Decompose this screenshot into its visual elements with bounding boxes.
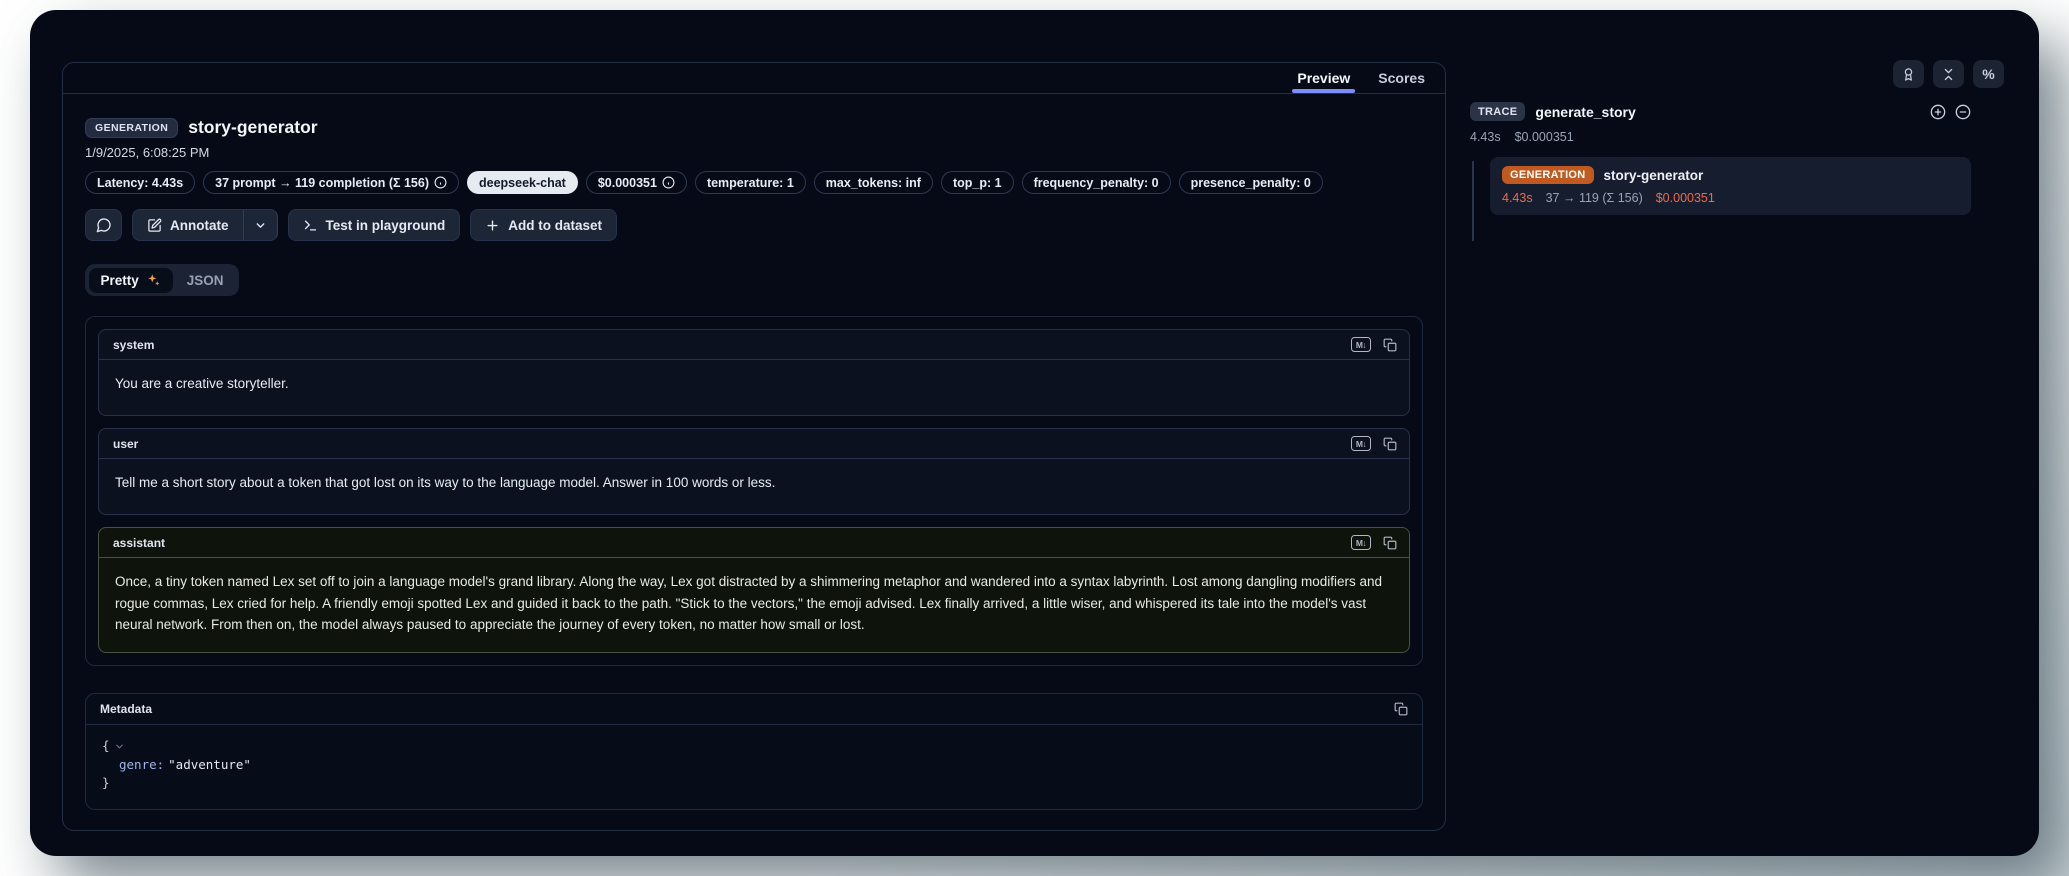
annotate-button[interactable]: Annotate [132,209,244,241]
message-content: Once, a tiny token named Lex set off to … [99,558,1409,652]
award-icon [1901,67,1916,82]
copy-icon [1383,536,1397,550]
presence-penalty-badge: presence_penalty: 0 [1179,171,1323,194]
annotate-pen-icon [147,218,162,233]
chevron-down-icon [254,219,267,232]
markdown-toggle-icon[interactable]: M↓ [1351,535,1371,550]
trace-stats: 4.43s $0.000351 [1470,130,1971,144]
collapse-all-button[interactable] [1955,104,1971,120]
plus-circle-icon [1930,104,1946,120]
tab-scores[interactable]: Scores [1364,63,1439,93]
terminal-icon [303,218,318,233]
observation-panel: Preview Scores GENERATION story-generato… [62,62,1446,831]
collapse-json-icon[interactable] [114,741,125,752]
add-to-dataset-button[interactable]: Add to dataset [470,209,617,241]
metadata-json: { genre: "adventure" } [86,725,1422,809]
tree-item-tokens: 37 → 119 (Σ 156) [1546,191,1643,205]
frequency-penalty-badge: frequency_penalty: 0 [1022,171,1171,194]
trace-sidebar: % TRACE generate_story 4.43s $0.000351 [1470,10,1971,856]
markdown-toggle-icon[interactable]: M↓ [1351,337,1371,352]
temperature-badge: temperature: 1 [695,171,806,194]
expand-all-button[interactable] [1930,104,1946,120]
copy-icon [1394,702,1408,716]
tab-preview[interactable]: Preview [1283,63,1364,93]
message-card-system: system M↓ You are a creative storyteller… [98,329,1410,416]
copy-button[interactable] [1394,702,1408,716]
json-key: genre: [119,756,164,775]
fold-vertical-button[interactable] [1933,60,1964,88]
page-title: story-generator [188,117,317,138]
token-usage-badge: 37 prompt → 119 completion (Σ 156) [203,171,459,194]
tab-preview-label: Preview [1297,70,1350,86]
message-card-user: user M↓ Tell me a short story about a to… [98,428,1410,515]
trace-latency: 4.43s [1470,130,1501,144]
cost-badge: $0.000351 [586,171,687,194]
generation-type-badge: GENERATION [1502,166,1594,184]
tree-item-name: story-generator [1604,168,1704,183]
annotate-split-button: Annotate [132,209,278,241]
info-icon[interactable] [662,176,675,189]
app-window: Preview Scores GENERATION story-generato… [30,10,2039,856]
tree-item-latency: 4.43s [1502,191,1533,205]
max-tokens-badge: max_tokens: inf [814,171,933,194]
copy-button[interactable] [1383,536,1397,550]
tree-controls [1930,104,1971,120]
comment-button[interactable] [85,209,122,241]
annotate-dropdown-button[interactable] [244,209,278,241]
trace-type-badge: TRACE [1470,102,1525,121]
tree-item-cost: $0.000351 [1656,191,1715,205]
latency-badge: Latency: 4.43s [85,171,195,194]
tab-pretty[interactable]: Pretty [89,268,173,293]
message-content: Tell me a short story about a token that… [99,459,1409,514]
copy-button[interactable] [1383,338,1397,352]
trace-header-row[interactable]: TRACE generate_story [1470,102,1971,121]
model-badge[interactable]: deepseek-chat [467,171,578,194]
message-content: You are a creative storyteller. [99,360,1409,415]
tree-item-story-generator[interactable]: GENERATION story-generator 4.43s 37 → 11… [1490,157,1971,215]
message-card-assistant: assistant M↓ Once, a tiny token named Le… [98,527,1410,653]
copy-icon [1383,437,1397,451]
sparkles-icon [146,273,161,288]
role-label: assistant [113,536,165,550]
trace-name: generate_story [1535,104,1635,120]
observation-content: GENERATION story-generator 1/9/2025, 6:0… [63,94,1445,830]
percent-icon: % [1982,66,1994,82]
io-preview: system M↓ You are a creative storyteller… [85,316,1423,666]
copy-icon [1383,338,1397,352]
top-p-badge: top_p: 1 [941,171,1014,194]
copy-button[interactable] [1383,437,1397,451]
test-in-playground-button[interactable]: Test in playground [288,209,461,241]
generation-type-badge: GENERATION [85,118,178,138]
timestamp: 1/9/2025, 6:08:25 PM [85,145,1423,160]
fold-vertical-icon [1941,67,1956,82]
comment-icon [96,217,112,233]
parameter-badges: Latency: 4.43s 37 prompt → 119 completio… [85,171,1423,194]
pretty-json-toggle: Pretty JSON [85,264,239,296]
award-button[interactable] [1893,60,1924,88]
role-label: system [113,338,154,352]
info-icon[interactable] [434,176,447,189]
actions-row: Annotate Test in playground Add to datas… [85,209,1423,241]
plus-icon [485,218,500,233]
metadata-card: Metadata { genre: [85,693,1423,810]
role-label: user [113,437,138,451]
trace-tree: GENERATION story-generator 4.43s 37 → 11… [1470,157,1971,215]
json-value: "adventure" [168,756,251,775]
sidebar-toolbar: % [1893,60,2004,88]
minus-circle-icon [1955,104,1971,120]
tab-scores-label: Scores [1378,70,1425,86]
percent-button[interactable]: % [1973,60,2004,88]
tab-json[interactable]: JSON [175,268,236,293]
preview-scores-tabbar: Preview Scores [63,63,1445,94]
metadata-title: Metadata [100,702,152,716]
markdown-toggle-icon[interactable]: M↓ [1351,436,1371,451]
trace-cost: $0.000351 [1515,130,1574,144]
